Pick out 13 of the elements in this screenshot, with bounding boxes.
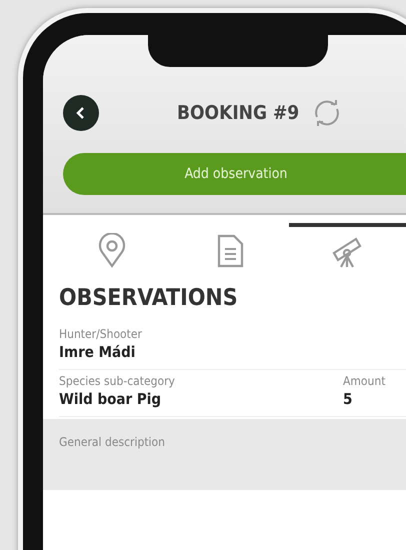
field-label: Species sub-category [59, 374, 176, 388]
back-button[interactable] [63, 95, 99, 131]
description-field[interactable]: General description [43, 419, 406, 490]
field-value: Wild boar Pig [59, 390, 162, 408]
field-value: 5 [343, 390, 354, 408]
document-icon [215, 233, 245, 269]
field-value: Imre Mádi [59, 343, 136, 361]
location-pin-icon [97, 233, 127, 269]
field-label: Amount [343, 374, 386, 388]
field-label: Hunter/Shooter [59, 327, 143, 341]
page-title: BOOKING #9 [177, 102, 300, 124]
section-title: OBSERVATIONS [59, 285, 239, 311]
add-observation-button[interactable]: Add observation [63, 153, 406, 195]
